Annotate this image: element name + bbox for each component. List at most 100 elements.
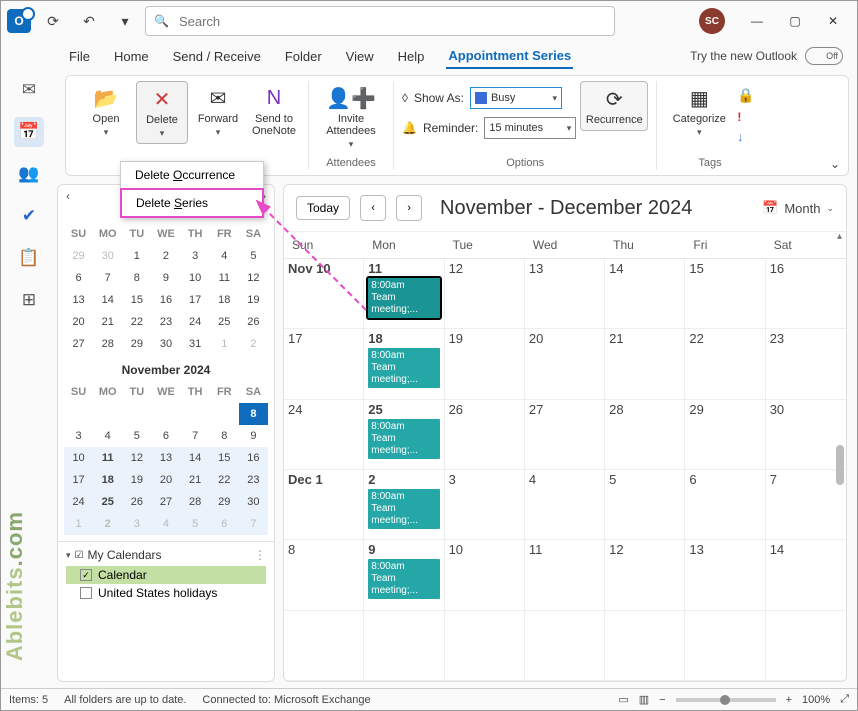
day-cell[interactable]	[685, 611, 765, 680]
view-normal-icon[interactable]: ▭	[618, 693, 628, 706]
mini-day[interactable]: 15	[210, 447, 239, 469]
rail-notes-icon[interactable]: 📋	[14, 243, 44, 273]
day-cell[interactable]: Nov 10	[284, 259, 364, 328]
mini-day[interactable]: 4	[210, 245, 239, 267]
mini-day[interactable]: 17	[181, 289, 210, 311]
scroll-up-icon[interactable]: ▴	[837, 231, 842, 242]
mini-day[interactable]: 19	[239, 289, 268, 311]
prev-mini-month-icon[interactable]: ‹	[66, 189, 70, 203]
categorize-button[interactable]: ▦ Categorize▾	[665, 81, 733, 142]
mini-day[interactable]: 29	[64, 245, 93, 267]
mini-day[interactable]: 20	[64, 311, 93, 333]
mini-day[interactable]: 12	[239, 267, 268, 289]
day-cell[interactable]: 12	[605, 540, 685, 609]
day-cell[interactable]: 17	[284, 329, 364, 398]
day-cell[interactable]: 4	[525, 470, 605, 539]
day-cell[interactable]: 24	[284, 400, 364, 469]
day-cell[interactable]: 14	[605, 259, 685, 328]
delete-series-item[interactable]: Delete Series	[120, 188, 264, 218]
mini-day[interactable]: 23	[239, 469, 268, 491]
calendar-event[interactable]: 8:00amTeammeeting;...	[368, 278, 439, 318]
day-cell[interactable]: 14	[766, 540, 846, 609]
mini-day[interactable]: 12	[122, 447, 151, 469]
day-cell[interactable]: 10	[445, 540, 525, 609]
send-onenote-button[interactable]: N Send to OneNote	[248, 81, 300, 141]
mini-day[interactable]: 7	[181, 425, 210, 447]
forward-button[interactable]: ✉ Forward▾	[192, 81, 244, 142]
calendar-event[interactable]: 8:00amTeammeeting;...	[368, 489, 439, 529]
calendar-row-us-holidays[interactable]: United States holidays	[66, 584, 266, 602]
mini-day[interactable]: 1	[210, 333, 239, 355]
mini-day[interactable]: 7	[93, 267, 122, 289]
day-cell[interactable]	[605, 611, 685, 680]
overflow-icon[interactable]: ▾	[111, 7, 139, 35]
mini-day[interactable]: 26	[239, 311, 268, 333]
show-as-select[interactable]: Busy ▾	[470, 87, 562, 109]
view-reading-icon[interactable]: ▥	[639, 693, 649, 706]
day-cell[interactable]: 21	[605, 329, 685, 398]
mini-day[interactable]	[122, 403, 151, 425]
day-cell[interactable]: 28	[605, 400, 685, 469]
mini-day[interactable]: 5	[239, 245, 268, 267]
menu-file[interactable]: File	[67, 45, 92, 68]
mini-day[interactable]: 11	[210, 267, 239, 289]
mini-day[interactable]: 3	[64, 425, 93, 447]
mini-day[interactable]: 9	[239, 425, 268, 447]
mini-day[interactable]: 21	[93, 311, 122, 333]
today-button[interactable]: Today	[296, 196, 350, 220]
undo-icon[interactable]: ↶	[75, 7, 103, 35]
delete-button[interactable]: ✕ Delete▾	[136, 81, 188, 144]
mini-day[interactable]: 2	[93, 513, 122, 535]
day-cell[interactable]: 20	[525, 329, 605, 398]
search-box[interactable]: 🔍	[145, 6, 615, 36]
try-new-outlook-toggle[interactable]: Off	[805, 47, 843, 65]
mini-day[interactable]: 30	[93, 245, 122, 267]
checkbox-icon[interactable]: ✓	[80, 569, 92, 581]
mini-day[interactable]: 2	[239, 333, 268, 355]
rail-todo-icon[interactable]: ✔	[14, 201, 44, 231]
reminder-select[interactable]: 15 minutes ▾	[484, 117, 576, 139]
mini-day[interactable]: 27	[64, 333, 93, 355]
mini-day[interactable]	[181, 403, 210, 425]
mini-day[interactable]: 1	[122, 245, 151, 267]
priority-low-icon[interactable]: !	[737, 110, 754, 124]
mini-day[interactable]: 11	[93, 447, 122, 469]
mini-day[interactable]: 29	[210, 491, 239, 513]
avatar[interactable]: SC	[699, 8, 725, 34]
day-cell[interactable]: 3	[445, 470, 525, 539]
ribbon-collapse-icon[interactable]: ⌄	[830, 157, 840, 171]
mini-day[interactable]: 3	[181, 245, 210, 267]
day-cell[interactable]: 27	[525, 400, 605, 469]
mini-day[interactable]: 4	[151, 513, 180, 535]
next-period-button[interactable]: ›	[396, 195, 422, 221]
calendar-row-calendar[interactable]: ✓ Calendar	[66, 566, 266, 584]
day-cell[interactable]: 98:00amTeammeeting;...	[364, 540, 444, 609]
day-cell[interactable]: 7	[766, 470, 846, 539]
mini-day[interactable]: 27	[151, 491, 180, 513]
scrollbar-thumb[interactable]	[836, 445, 844, 485]
day-cell[interactable]: 11	[525, 540, 605, 609]
checkbox-icon[interactable]	[80, 587, 92, 599]
day-cell[interactable]: 13	[525, 259, 605, 328]
my-calendars-header[interactable]: ▾ ☑ My Calendars ⋮	[66, 548, 266, 562]
mini-day[interactable]: 30	[151, 333, 180, 355]
day-cell[interactable]: 26	[445, 400, 525, 469]
mini-day[interactable]: 8	[210, 425, 239, 447]
mini-day[interactable]: 1	[64, 513, 93, 535]
drag-handle-icon[interactable]: ⋮	[254, 548, 266, 562]
mini-day[interactable]: 22	[122, 311, 151, 333]
mini-day[interactable]: 5	[122, 425, 151, 447]
day-cell[interactable]: 23	[766, 329, 846, 398]
mini-day[interactable]: 26	[122, 491, 151, 513]
mini-day[interactable]: 9	[151, 267, 180, 289]
mini-day[interactable]	[93, 403, 122, 425]
calendar-event[interactable]: 8:00amTeammeeting;...	[368, 419, 439, 459]
mini-day[interactable]: 18	[93, 469, 122, 491]
mini-day[interactable]: 7	[239, 513, 268, 535]
day-cell[interactable]: 19	[445, 329, 525, 398]
minimize-button[interactable]: —	[739, 5, 775, 37]
mini-day[interactable]: 23	[151, 311, 180, 333]
mini-day[interactable]: 8	[239, 403, 268, 425]
rail-calendar-icon[interactable]: 📅	[14, 117, 44, 147]
mini-day[interactable]: 10	[181, 267, 210, 289]
